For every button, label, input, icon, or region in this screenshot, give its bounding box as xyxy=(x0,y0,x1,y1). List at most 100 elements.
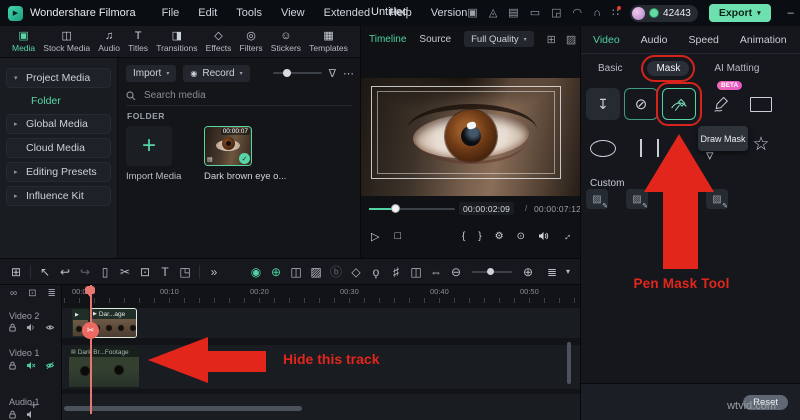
select-tool-icon[interactable]: ↖ xyxy=(35,266,55,278)
record-dropdown[interactable]: ◉ Record ▾ xyxy=(183,64,250,82)
stop-button[interactable]: □ xyxy=(394,230,401,242)
auto-ripple-icon[interactable]: ⇔ xyxy=(426,266,446,278)
snapshot-icon[interactable]: ⊙ xyxy=(517,231,525,242)
sidebar-item-editing-presets[interactable]: ▸ Editing Presets xyxy=(6,162,111,182)
subtab-ai-matting[interactable]: AI Matting xyxy=(714,63,759,74)
sidebar-item-global-media[interactable]: ▸ Global Media xyxy=(6,114,111,134)
tab-stock-media[interactable]: ◫ Stock Media xyxy=(43,30,90,53)
redo-icon[interactable]: ↪ xyxy=(75,266,95,278)
track-height-icon[interactable]: ≣ xyxy=(542,266,562,278)
video2-track-lane[interactable] xyxy=(62,308,580,338)
add-track-button[interactable]: + xyxy=(30,397,38,412)
manage-tracks-icon[interactable]: ≣ xyxy=(48,288,56,299)
tab-media[interactable]: ▣ Media xyxy=(12,30,35,53)
track-height-chevron-icon[interactable]: ▾ xyxy=(562,267,574,276)
custom-preset-4[interactable]: ▨ ✎ xyxy=(706,189,728,210)
seek-thumb[interactable] xyxy=(391,204,400,213)
mask-rectangle-button[interactable] xyxy=(744,88,778,120)
import-media-tile[interactable]: + xyxy=(126,126,172,166)
minimize-button[interactable]: – xyxy=(788,7,794,20)
zoom-in-icon[interactable]: ⊕ xyxy=(518,266,538,278)
vertical-scrollbar[interactable] xyxy=(567,342,571,384)
lock-icon[interactable] xyxy=(8,323,17,332)
gift-icon[interactable]: ▣ xyxy=(467,7,477,19)
mask-ai-draw-button[interactable] xyxy=(705,88,739,120)
mask-import-button[interactable]: ↧ xyxy=(586,88,620,120)
sidebar-item-folder[interactable]: Folder xyxy=(24,92,111,110)
settings-gear-icon[interactable]: ⚙ xyxy=(495,231,504,242)
zoom-out-icon[interactable]: ⊖ xyxy=(446,266,466,278)
sidebar-item-project-media[interactable]: ▾ Project Media xyxy=(6,68,111,88)
mark-out-button[interactable]: } xyxy=(478,231,481,242)
tab-animation[interactable]: Animation xyxy=(740,34,787,46)
split-at-playhead-button[interactable]: ✂ xyxy=(82,322,99,339)
tab-speed[interactable]: Speed xyxy=(689,34,719,46)
timeline-zoom-slider[interactable] xyxy=(472,268,512,275)
preview-grid-icon[interactable]: ⊞ xyxy=(547,33,556,46)
mask-ellipse-button[interactable] xyxy=(586,132,620,164)
seek-slider[interactable] xyxy=(369,204,455,213)
menu-tools[interactable]: Tools xyxy=(236,7,262,19)
tab-titles[interactable]: T Titles xyxy=(128,30,148,53)
speaker-icon[interactable] xyxy=(26,323,36,332)
menu-version[interactable]: Version xyxy=(431,7,468,19)
screen-record-icon[interactable]: ▤ xyxy=(508,7,518,19)
menu-extended[interactable]: Extended xyxy=(324,7,370,19)
sidebar-item-cloud-media[interactable]: Cloud Media xyxy=(6,138,111,158)
export-image-icon[interactable]: ▨ xyxy=(306,266,326,278)
import-dropdown[interactable]: Import ▾ xyxy=(126,64,177,82)
account-pill[interactable]: 42443 xyxy=(630,4,698,22)
menu-file[interactable]: File xyxy=(162,7,180,19)
motion-track-icon[interactable]: ⊕ xyxy=(266,266,286,278)
crop-icon[interactable]: ⊡ xyxy=(135,266,155,278)
tab-effects[interactable]: ◇ Effects xyxy=(206,30,232,53)
text-tool-icon[interactable]: T xyxy=(155,266,175,278)
fullscreen-icon[interactable]: ↔ xyxy=(560,229,575,244)
mark-in-button[interactable]: { xyxy=(462,231,465,242)
menu-edit[interactable]: Edit xyxy=(198,7,217,19)
tab-templates[interactable]: ▦ Templates xyxy=(309,30,348,53)
ai-portrait-icon[interactable]: ◉ xyxy=(246,266,266,278)
search-input[interactable] xyxy=(142,89,316,102)
mask-none-button[interactable]: ⊘ xyxy=(624,88,658,120)
thumbnail-size-slider[interactable] xyxy=(272,69,322,77)
workspace-icon[interactable]: ⊞ xyxy=(6,266,26,278)
voiceover-icon[interactable]: ϙ xyxy=(366,266,386,278)
apps-icon[interactable]: ∷ xyxy=(612,5,622,19)
audio-mixer-icon[interactable]: ♯ xyxy=(386,266,406,278)
filter-icon[interactable]: ∇ xyxy=(329,67,336,80)
speaker-icon[interactable] xyxy=(538,231,549,241)
tab-audio[interactable]: ♫ Audio xyxy=(98,30,120,53)
lock-icon[interactable] xyxy=(8,410,17,419)
eye-off-icon[interactable] xyxy=(45,361,55,370)
tab-stickers[interactable]: ☺ Stickers xyxy=(271,30,301,53)
tab-transitions[interactable]: ◨ Transitions xyxy=(156,30,197,53)
sidebar-item-influence-kit[interactable]: ▸ Influence Kit xyxy=(6,186,111,206)
search-bar[interactable] xyxy=(126,86,352,106)
timeline-ruler[interactable] xyxy=(64,298,580,303)
more-icon[interactable]: ⋯ xyxy=(343,67,354,80)
media-clip-tile[interactable]: 00:00:07 ▤ ✓ xyxy=(204,126,252,166)
play-button[interactable]: ▷ xyxy=(371,230,379,243)
custom-preset-2[interactable]: ▨ ✎ xyxy=(626,189,648,210)
split-icon[interactable]: ✂ xyxy=(115,266,135,278)
cloud-upload-icon[interactable]: ◠ xyxy=(573,7,583,19)
shape-tool-icon[interactable]: ◳ xyxy=(175,266,195,278)
render-preview-icon[interactable]: ◫ xyxy=(406,266,426,278)
tab-video[interactable]: Video xyxy=(593,34,620,46)
undo-icon[interactable]: ↩ xyxy=(55,266,75,278)
horizontal-scrollbar[interactable] xyxy=(64,406,302,411)
preview-tab-timeline[interactable]: Timeline xyxy=(369,34,406,45)
scopes-icon[interactable]: ▨ xyxy=(566,33,576,46)
save-icon[interactable]: ◲ xyxy=(551,7,561,19)
speaker-muted-icon[interactable] xyxy=(26,361,36,370)
mask-pen-button[interactable] xyxy=(656,82,702,126)
export-frame-icon[interactable]: ◫ xyxy=(286,266,306,278)
playhead[interactable] xyxy=(90,285,92,414)
marker-icon[interactable]: ◇ xyxy=(346,266,366,278)
more-tools-icon[interactable]: » xyxy=(204,266,224,278)
tab-filters[interactable]: ◎ Filters xyxy=(240,30,263,53)
device-icon[interactable]: ▭ xyxy=(530,7,540,19)
link-clips-icon[interactable]: ∞ xyxy=(10,288,17,299)
quality-dropdown[interactable]: Full Quality ▾ xyxy=(464,31,534,47)
